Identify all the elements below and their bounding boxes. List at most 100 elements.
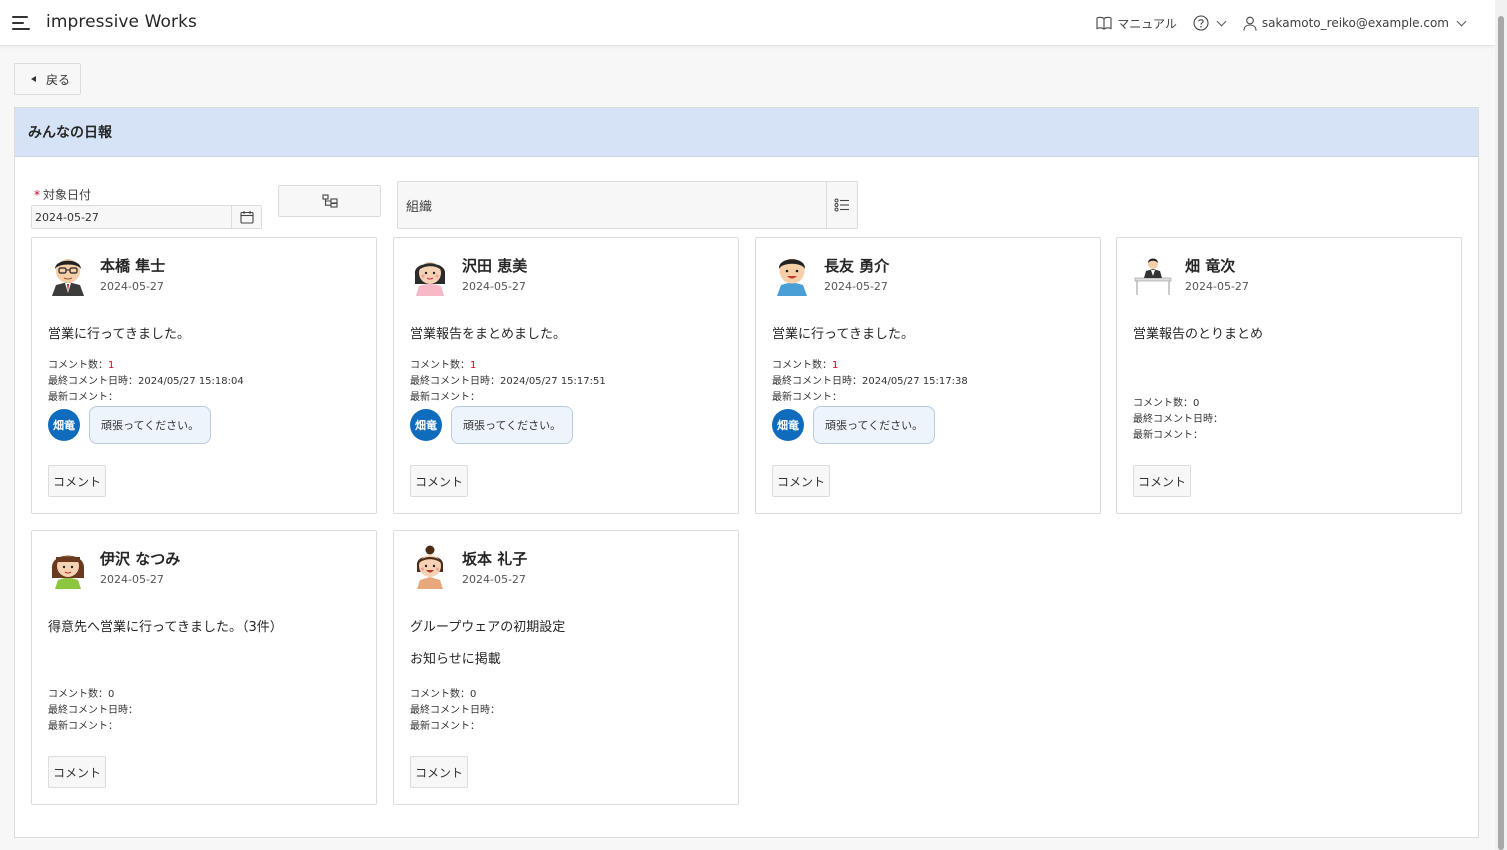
manual-link[interactable]: マニュアル: [1096, 15, 1177, 32]
user-menu[interactable]: sakamoto_reiko@example.com: [1243, 16, 1467, 31]
report-text: グループウェアの初期設定: [410, 620, 566, 635]
caret-left-icon: [31, 76, 36, 82]
back-label: 戻る: [46, 72, 71, 87]
report-body: 得意先へ営業に行ってきました。（3件）: [48, 619, 283, 637]
commenter-avatar: 畑竜: [48, 409, 80, 441]
latest-comment: 畑竜 頑張ってください。: [48, 406, 212, 444]
report-date: 2024-05-27: [100, 573, 164, 586]
comment-count: 1: [108, 360, 115, 371]
latest-comment-label: 最新コメント：: [48, 721, 118, 732]
comment-button[interactable]: コメント: [772, 465, 830, 497]
report-text: お知らせに掲載: [410, 652, 501, 668]
reporter-name: 沢田 恵美: [462, 257, 528, 275]
tree-icon: [321, 194, 338, 208]
comment-meta: コメント数：1 最終コメント日時：2024/05/27 15:17:38 最新コ…: [772, 358, 968, 406]
book-icon: [1096, 16, 1112, 30]
report-body: 営業報告をまとめました。: [410, 326, 566, 344]
report-text: 営業に行ってきました。: [48, 327, 190, 342]
reporter-name: 畑 竜次: [1185, 257, 1236, 275]
organization-placeholder[interactable]: 組織: [398, 196, 826, 215]
comment-meta: コメント数：1 最終コメント日時：2024/05/27 15:18:04 最新コ…: [48, 358, 244, 406]
list-icon: [834, 198, 849, 212]
commenter-avatar: 畑竜: [410, 409, 442, 441]
comment-button[interactable]: コメント: [410, 756, 468, 788]
last-comment-time: 2024/05/27 15:18:04: [138, 376, 244, 387]
avatar-male-smiling: [777, 258, 807, 296]
report-date: 2024-05-27: [824, 280, 888, 293]
reporter-name: 長友 勇介: [824, 257, 890, 275]
report-body: 営業に行ってきました。: [772, 326, 914, 344]
report-card: 沢田 恵美 2024-05-27 営業報告をまとめました。 コメント数：1 最終…: [393, 237, 739, 514]
vertical-scrollbar[interactable]: [1495, 0, 1507, 850]
report-text: 営業に行ってきました。: [772, 327, 914, 342]
comment-button[interactable]: コメント: [410, 465, 468, 497]
date-value[interactable]: 2024-05-27: [32, 211, 231, 224]
comment-bubble: 頑張ってください。: [451, 406, 574, 444]
comment-count-label: コメント数：: [410, 689, 470, 700]
comment-count-label: コメント数：: [772, 360, 832, 371]
comment-bubble: 頑張ってください。: [813, 406, 936, 444]
help-menu[interactable]: [1193, 15, 1227, 31]
reporter-name: 本橋 隼士: [100, 257, 166, 275]
report-date: 2024-05-27: [1185, 280, 1249, 293]
organization-field[interactable]: 組織: [397, 181, 858, 229]
latest-comment: 畑竜 頑張ってください。: [772, 406, 936, 444]
report-date: 2024-05-27: [462, 280, 526, 293]
last-comment-time: 2024/05/27 15:17:51: [500, 376, 606, 387]
comment-meta: コメント数：0 最終コメント日時： 最新コメント：: [1133, 396, 1223, 444]
reporter-name: 坂本 礼子: [462, 550, 528, 568]
help-icon: [1193, 15, 1209, 31]
last-comment-time-label: 最終コメント日時：: [410, 705, 500, 716]
comment-count: 1: [832, 360, 839, 371]
avatar-male-at-desk: [1134, 258, 1172, 295]
scrollbar-thumb[interactable]: [1498, 16, 1504, 850]
comment-count-label: コメント数：: [410, 360, 470, 371]
last-comment-time-label: 最終コメント日時：: [48, 705, 138, 716]
comment-count-label: コメント数：: [48, 689, 108, 700]
report-body: 営業に行ってきました。: [48, 326, 190, 344]
organization-list-button[interactable]: [826, 182, 857, 228]
comment-button[interactable]: コメント: [1133, 465, 1191, 497]
report-card: 長友 勇介 2024-05-27 営業に行ってきました。 コメント数：1 最終コ…: [755, 237, 1101, 514]
org-tree-button[interactable]: [278, 185, 381, 217]
comment-meta: コメント数：0 最終コメント日時： 最新コメント：: [410, 687, 500, 735]
comment-meta: コメント数：0 最終コメント日時： 最新コメント：: [48, 687, 138, 735]
latest-comment-label: 最新コメント：: [410, 392, 480, 403]
latest-comment: 畑竜 頑張ってください。: [410, 406, 574, 444]
user-email: sakamoto_reiko@example.com: [1261, 16, 1449, 30]
top-nav-links: マニュアル sakamoto_reiko@example.com: [1096, 0, 1467, 46]
comment-button[interactable]: コメント: [48, 465, 106, 497]
avatar-female-bob: [51, 555, 85, 589]
report-card: 本橋 隼士 2024-05-27 営業に行ってきました。 コメント数：1 最終コ…: [31, 237, 377, 514]
report-date: 2024-05-27: [462, 573, 526, 586]
commenter-avatar: 畑竜: [772, 409, 804, 441]
chevron-down-icon: [1216, 16, 1227, 26]
last-comment-time-label: 最終コメント日時：: [410, 376, 500, 387]
chevron-down-icon: [1456, 16, 1467, 26]
report-card: 伊沢 なつみ 2024-05-27 得意先へ営業に行ってきました。（3件） コメ…: [31, 530, 377, 805]
last-comment-time: 2024/05/27 15:17:38: [862, 376, 968, 387]
avatar-male-glasses: [52, 259, 84, 296]
menu-icon[interactable]: [12, 15, 30, 31]
comment-count: 1: [470, 360, 477, 371]
latest-comment-label: 最新コメント：: [772, 392, 842, 403]
report-card: 畑 竜次 2024-05-27 営業報告のとりまとめ コメント数：0 最終コメン…: [1116, 237, 1462, 514]
report-date: 2024-05-27: [100, 280, 164, 293]
last-comment-time-label: 最終コメント日時：: [772, 376, 862, 387]
report-card: 坂本 礼子 2024-05-27 グループウェアの初期設定 お知らせに掲載 コメ…: [393, 530, 739, 805]
date-label: * 対象日付: [34, 186, 91, 203]
last-comment-time-label: 最終コメント日時：: [1133, 414, 1223, 425]
app-title[interactable]: impressive Works: [46, 12, 197, 32]
back-button[interactable]: 戻る: [14, 63, 81, 95]
date-field[interactable]: 2024-05-27: [31, 205, 262, 229]
comment-button[interactable]: コメント: [48, 756, 106, 788]
user-icon: [1243, 16, 1257, 31]
region-title: みんなの日報: [15, 108, 1478, 157]
comment-count: 0: [1193, 398, 1200, 409]
reporter-name: 伊沢 なつみ: [100, 550, 181, 568]
latest-comment-label: 最新コメント：: [410, 721, 480, 732]
calendar-button[interactable]: [231, 206, 261, 228]
date-label-text: 対象日付: [43, 188, 92, 202]
latest-comment-label: 最新コメント：: [48, 392, 118, 403]
calendar-icon: [239, 211, 254, 224]
